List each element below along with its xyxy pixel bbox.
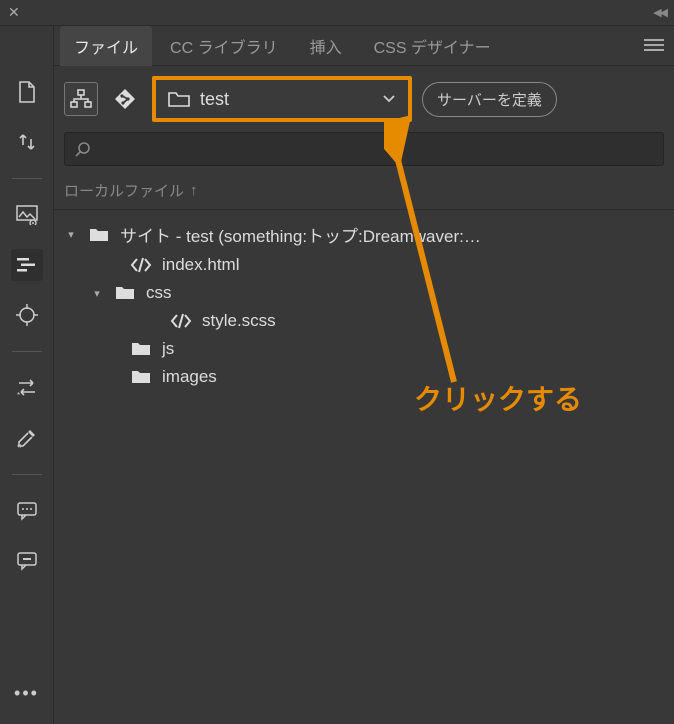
tree-item-label: style.scss [202, 311, 276, 331]
tree-item-index[interactable]: index.html [60, 251, 668, 279]
git-icon[interactable] [108, 82, 142, 116]
code-icon [170, 313, 192, 329]
folder-icon [130, 341, 152, 357]
panel-menu-icon[interactable] [644, 39, 664, 53]
folder-icon [114, 285, 136, 301]
site-dropdown-label: test [200, 89, 229, 110]
caret-down-icon: ▾ [64, 228, 78, 241]
panel-tabs: ファイル CC ライブラリ 挿入 CSS デザイナー [54, 26, 674, 66]
eyedropper-icon[interactable]: ‹› [11, 422, 43, 454]
comment-minus-icon[interactable] [11, 545, 43, 577]
sort-arrow-icon: ↑ [190, 182, 198, 199]
target-icon[interactable] [11, 299, 43, 331]
chevron-down-icon [382, 94, 396, 104]
more-icon[interactable]: ••• [14, 683, 39, 704]
snippets-icon[interactable] [11, 249, 43, 281]
tree-item-images[interactable]: images [60, 363, 668, 391]
collapse-icon[interactable]: ◀◀ [653, 6, 666, 19]
folder-icon [88, 227, 110, 243]
tree-item-label: サイト - test (something:トップ:Dreamwaver:… [120, 222, 481, 247]
tree-item-js[interactable]: js [60, 335, 668, 363]
column-header-label: ローカルファイル [64, 180, 184, 201]
files-panel: ファイル CC ライブラリ 挿入 CSS デザイナー test [54, 26, 674, 724]
left-tool-rail: * ‹› ••• [0, 26, 54, 724]
tab-cssdesigner[interactable]: CSS デザイナー [360, 26, 505, 66]
updown-arrows-icon[interactable] [11, 126, 43, 158]
assets-icon[interactable] [11, 199, 43, 231]
tree-root[interactable]: ▾ サイト - test (something:トップ:Dreamwaver:… [60, 218, 668, 251]
close-icon[interactable]: ✕ [8, 4, 20, 21]
column-header[interactable]: ローカルファイル ↑ [54, 174, 674, 210]
tab-cclibrary[interactable]: CC ライブラリ [156, 26, 292, 66]
comment-icon[interactable] [11, 495, 43, 527]
svg-text:‹›: ‹› [17, 441, 23, 449]
files-toolbar: test サーバーを定義 [54, 66, 674, 128]
tab-files[interactable]: ファイル [60, 26, 152, 66]
search-icon [75, 141, 91, 157]
network-icon[interactable] [64, 82, 98, 116]
tree-item-label: css [146, 283, 172, 303]
tree-item-label: index.html [162, 255, 239, 275]
code-icon [130, 257, 152, 273]
folder-icon [130, 369, 152, 385]
tree-item-label: images [162, 367, 217, 387]
file-icon[interactable] [11, 76, 43, 108]
tree-item-css[interactable]: ▾ css [60, 279, 668, 307]
site-dropdown[interactable]: test [152, 76, 412, 122]
search-input[interactable] [64, 132, 664, 166]
folder-icon [168, 90, 190, 108]
swap-icon[interactable]: * [11, 372, 43, 404]
titlebar: ✕ ◀◀ [0, 0, 674, 26]
file-tree: ▾ サイト - test (something:トップ:Dreamwaver:…… [54, 210, 674, 399]
define-server-button[interactable]: サーバーを定義 [422, 82, 557, 117]
tree-item-stylescss[interactable]: style.scss [60, 307, 668, 335]
tab-insert[interactable]: 挿入 [296, 26, 356, 66]
svg-text:*: * [17, 391, 20, 398]
tree-item-label: js [162, 339, 174, 359]
caret-down-icon: ▾ [90, 287, 104, 300]
